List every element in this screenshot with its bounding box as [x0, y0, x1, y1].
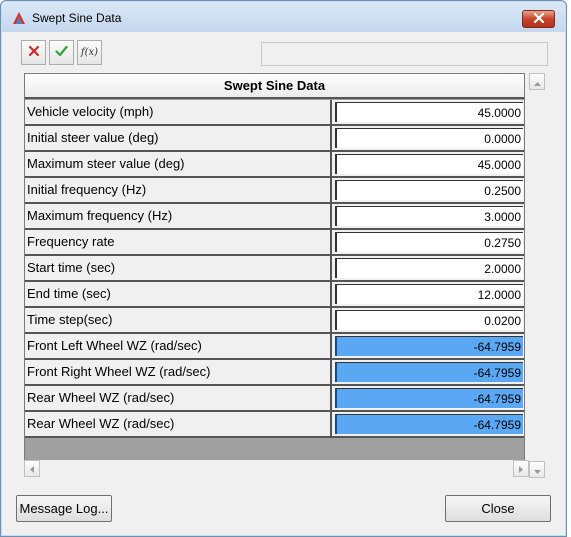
reject-x-icon	[28, 45, 40, 60]
parameter-value-field[interactable]: -64.7959	[335, 388, 523, 408]
table-row: Start time (sec) 2.0000	[25, 256, 524, 282]
vertical-scrollbar[interactable]	[529, 73, 546, 480]
table-header: Swept Sine Data	[25, 74, 524, 99]
scroll-up-button[interactable]	[529, 73, 545, 90]
parameter-value-field[interactable]: 3.0000	[335, 206, 523, 226]
swept-sine-dialog: Swept Sine Data f(x) Swept Sine Data Veh…	[0, 0, 567, 537]
parameter-value-field[interactable]: 12.0000	[335, 284, 523, 304]
parameter-value-cell: -64.7959	[332, 386, 524, 412]
parameter-value-field[interactable]: 0.2750	[335, 232, 523, 252]
arrow-up-icon	[533, 75, 541, 89]
accept-check-icon	[55, 45, 68, 60]
parameter-label: Front Right Wheel WZ (rad/sec)	[25, 360, 332, 386]
window-close-button[interactable]	[522, 10, 555, 28]
parameter-label: Front Left Wheel WZ (rad/sec)	[25, 334, 332, 360]
accept-button[interactable]	[49, 40, 74, 65]
scroll-down-button[interactable]	[529, 461, 545, 478]
parameter-label: Initial steer value (deg)	[25, 126, 332, 152]
reject-button[interactable]	[21, 40, 46, 65]
function-fx-icon: f(x)	[80, 47, 99, 58]
arrow-down-icon	[533, 463, 541, 477]
table-row: Rear Wheel WZ (rad/sec) -64.7959	[25, 412, 524, 438]
parameter-value-field[interactable]: -64.7959	[335, 414, 523, 434]
table-row: Front Left Wheel WZ (rad/sec) -64.7959	[25, 334, 524, 360]
parameter-value-cell: 0.0200	[332, 308, 524, 334]
parameter-value-cell: -64.7959	[332, 412, 524, 438]
parameter-value-cell: 0.2500	[332, 178, 524, 204]
parameter-value-field[interactable]: 45.0000	[335, 154, 523, 174]
table-row: Time step(sec) 0.0200	[25, 308, 524, 334]
parameter-value-cell: 0.0000	[332, 126, 524, 152]
parameter-value-field[interactable]: 0.2500	[335, 180, 523, 200]
table-row: Maximum frequency (Hz) 3.0000	[25, 204, 524, 230]
parameter-label: Time step(sec)	[25, 308, 332, 334]
parameter-label: Rear Wheel WZ (rad/sec)	[25, 412, 332, 438]
table-row: Maximum steer value (deg) 45.0000	[25, 152, 524, 178]
window-title: Swept Sine Data	[32, 11, 122, 25]
swept-sine-table: Swept Sine Data Vehicle velocity (mph) 45…	[24, 73, 525, 467]
table-row: End time (sec) 12.0000	[25, 282, 524, 308]
horizontal-scrollbar[interactable]	[24, 460, 529, 477]
table-row: Initial frequency (Hz) 0.2500	[25, 178, 524, 204]
parameter-label: Rear Wheel WZ (rad/sec)	[25, 386, 332, 412]
parameter-label: Start time (sec)	[25, 256, 332, 282]
close-button[interactable]: Close	[445, 495, 551, 522]
parameter-label: Frequency rate	[25, 230, 332, 256]
parameter-value-cell: 45.0000	[332, 152, 524, 178]
parameter-value-cell: 0.2750	[332, 230, 524, 256]
table-row: Initial steer value (deg) 0.0000	[25, 126, 524, 152]
parameter-value-field[interactable]: -64.7959	[335, 336, 523, 356]
function-editor-button[interactable]: f(x)	[77, 40, 102, 65]
parameter-label: Initial frequency (Hz)	[25, 178, 332, 204]
parameter-label: End time (sec)	[25, 282, 332, 308]
parameter-value-cell: 45.0000	[332, 100, 524, 126]
parameter-value-cell: 3.0000	[332, 204, 524, 230]
parameter-value-cell: 12.0000	[332, 282, 524, 308]
parameter-label: Vehicle velocity (mph)	[25, 100, 332, 126]
parameter-value-field[interactable]: -64.7959	[335, 362, 523, 382]
parameter-label: Maximum frequency (Hz)	[25, 204, 332, 230]
table-row: Vehicle velocity (mph) 45.0000	[25, 100, 524, 126]
table-row: Frequency rate 0.2750	[25, 230, 524, 256]
table-row: Rear Wheel WZ (rad/sec) -64.7959	[25, 386, 524, 412]
parameter-value-field[interactable]: 0.0200	[335, 310, 523, 330]
title-bar[interactable]: Swept Sine Data	[2, 2, 565, 32]
close-icon	[533, 12, 545, 26]
dialog-client-area: f(x) Swept Sine Data Vehicle velocity (m…	[9, 33, 558, 528]
arrow-left-icon	[30, 462, 34, 476]
parameter-value-field[interactable]: 2.0000	[335, 258, 523, 278]
arrow-right-icon	[519, 462, 523, 476]
parameter-value-field[interactable]: 0.0000	[335, 128, 523, 148]
parameter-label: Maximum steer value (deg)	[25, 152, 332, 178]
parameter-value-cell: -64.7959	[332, 334, 524, 360]
parameter-value-cell: 2.0000	[332, 256, 524, 282]
altair-logo-icon	[12, 11, 26, 25]
parameter-value-cell: -64.7959	[332, 360, 524, 386]
expression-field[interactable]	[261, 42, 548, 66]
scroll-left-button[interactable]	[24, 460, 40, 477]
scroll-right-button[interactable]	[513, 460, 529, 477]
table-row: Front Right Wheel WZ (rad/sec) -64.7959	[25, 360, 524, 386]
message-log-button[interactable]: Message Log...	[16, 495, 112, 522]
parameter-value-field[interactable]: 45.0000	[335, 102, 523, 122]
